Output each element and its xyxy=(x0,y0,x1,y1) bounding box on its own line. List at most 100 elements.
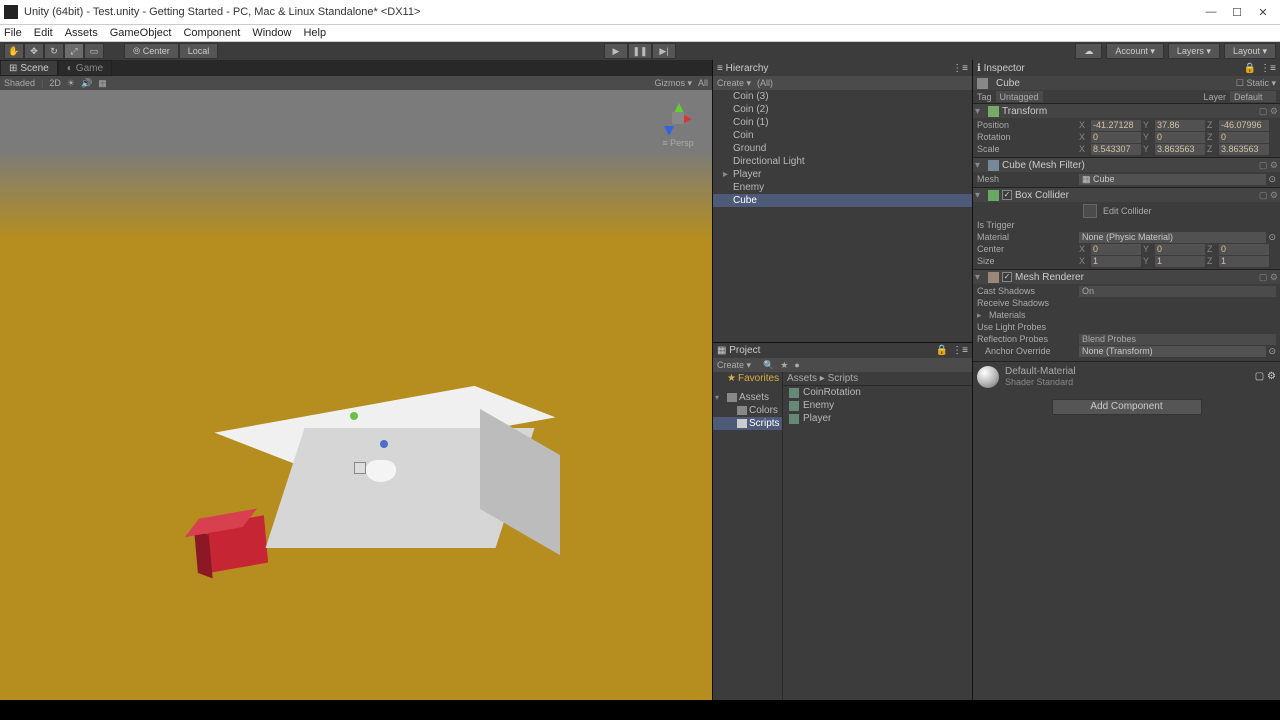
nav-gizmo[interactable]: ≡ Persp xyxy=(656,100,700,148)
cen-x[interactable]: 0 xyxy=(1091,244,1141,255)
project-file[interactable]: Player xyxy=(783,412,972,425)
tag-dropdown[interactable]: Untagged xyxy=(996,91,1043,102)
pause-button[interactable]: ❚❚ xyxy=(628,43,652,59)
mats-label[interactable]: Materials xyxy=(989,310,1089,320)
gizmo-z-handle[interactable] xyxy=(380,440,388,448)
gear-icon[interactable]: ▢ ⚙ xyxy=(1259,160,1278,171)
layout-dropdown[interactable]: Layout ▾ xyxy=(1224,43,1276,59)
scale-tool[interactable]: ⤢ xyxy=(64,43,84,59)
hierarchy-item[interactable]: Directional Light xyxy=(713,155,972,168)
cen-y[interactable]: 0 xyxy=(1155,244,1205,255)
hierarchy-item[interactable]: Coin xyxy=(713,129,972,142)
size-z[interactable]: 1 xyxy=(1219,256,1269,267)
menu-window[interactable]: Window xyxy=(252,27,291,39)
pos-x[interactable]: -41.27128 xyxy=(1091,120,1141,131)
hierarchy-item[interactable]: Coin (3) xyxy=(713,90,972,103)
light-toggle[interactable]: ☀ xyxy=(67,78,75,89)
menu-file[interactable]: File xyxy=(4,27,22,39)
project-breadcrumb[interactable]: Assets ▸ Scripts xyxy=(783,372,972,386)
static-dropdown[interactable]: ☐ Static ▾ xyxy=(1236,78,1276,89)
object-icon[interactable] xyxy=(977,78,988,89)
tree-folder-selected[interactable]: Scripts xyxy=(713,417,782,430)
step-button[interactable]: ▶| xyxy=(652,43,676,59)
layers-dropdown[interactable]: Layers ▾ xyxy=(1168,43,1220,59)
shader-dropdown[interactable]: Standard xyxy=(1037,377,1074,387)
project-file[interactable]: CoinRotation xyxy=(783,386,972,399)
hierarchy-item-selected[interactable]: Cube xyxy=(713,194,972,207)
rot-z[interactable]: 0 xyxy=(1219,132,1269,143)
fx-toggle[interactable]: ▦ xyxy=(98,78,107,89)
pos-z[interactable]: -46.07996 xyxy=(1219,120,1269,131)
move-tool[interactable]: ✥ xyxy=(24,43,44,59)
project-search-icon[interactable]: 🔍 xyxy=(763,360,774,371)
close-button[interactable]: ✕ xyxy=(1250,3,1276,21)
scl-z[interactable]: 3.863563 xyxy=(1219,144,1269,155)
2d-toggle[interactable]: 2D xyxy=(49,78,61,88)
project-menu-icon[interactable]: ⋮≡ xyxy=(952,345,968,356)
hierarchy-create[interactable]: Create ▾ xyxy=(717,78,751,89)
menu-help[interactable]: Help xyxy=(303,27,326,39)
meshfilter-header[interactable]: ▾Cube (Mesh Filter)▢ ⚙ xyxy=(973,158,1280,172)
collider-enable[interactable] xyxy=(1002,190,1012,200)
maximize-button[interactable]: ☐ xyxy=(1224,3,1250,21)
anchor-field[interactable]: None (Transform) xyxy=(1079,346,1266,357)
project-filter1[interactable]: ★ xyxy=(780,360,788,371)
project-lock-icon[interactable]: 🔒 xyxy=(936,345,948,356)
hierarchy-search[interactable]: (All) xyxy=(757,78,773,88)
meshrenderer-header[interactable]: ▾Mesh Renderer▢ ⚙ xyxy=(973,270,1280,284)
hierarchy-item[interactable]: ▸Player xyxy=(713,168,972,181)
cen-z[interactable]: 0 xyxy=(1219,244,1269,255)
picker-icon[interactable]: ⊙ xyxy=(1268,346,1276,357)
hand-tool[interactable]: ✋ xyxy=(4,43,24,59)
scene-search[interactable]: All xyxy=(698,78,708,88)
refl-dropdown[interactable]: Blend Probes xyxy=(1079,334,1276,345)
scl-y[interactable]: 3.863563 xyxy=(1155,144,1205,155)
inspector-menu-icon[interactable]: ⋮≡ xyxy=(1260,63,1276,74)
white-box-object[interactable] xyxy=(225,360,505,560)
gear-icon[interactable]: ▢ ⚙ xyxy=(1259,272,1278,283)
shading-mode[interactable]: Shaded xyxy=(4,78,35,88)
rotate-tool[interactable]: ↻ xyxy=(44,43,64,59)
gear-icon[interactable]: ▢ ⚙ xyxy=(1255,371,1276,382)
hierarchy-item[interactable]: Enemy xyxy=(713,181,972,194)
rot-y[interactable]: 0 xyxy=(1155,132,1205,143)
boxcollider-header[interactable]: ▾Box Collider▢ ⚙ xyxy=(973,188,1280,202)
rect-tool[interactable]: ▭ xyxy=(84,43,104,59)
object-name[interactable]: Cube xyxy=(996,78,1020,89)
physmat-field[interactable]: None (Physic Material) xyxy=(1079,232,1266,243)
tab-game[interactable]: ◐ Game xyxy=(58,60,112,76)
hierarchy-item[interactable]: Coin (1) xyxy=(713,116,972,129)
renderer-enable[interactable] xyxy=(1002,272,1012,282)
add-component-button[interactable]: Add Component xyxy=(1052,399,1202,415)
scene-view[interactable]: ≡ Persp xyxy=(0,90,712,700)
minimize-button[interactable]: — xyxy=(1198,3,1224,21)
project-create[interactable]: Create ▾ xyxy=(717,360,751,371)
pivot-center[interactable]: ⦾ Center xyxy=(124,43,179,59)
inspector-lock-icon[interactable]: 🔒 xyxy=(1244,63,1256,74)
play-button[interactable]: ▶ xyxy=(604,43,628,59)
picker-icon[interactable]: ⊙ xyxy=(1268,232,1276,243)
account-dropdown[interactable]: Account ▾ xyxy=(1106,43,1164,59)
persp-label[interactable]: ≡ Persp xyxy=(656,138,700,148)
gear-icon[interactable]: ▢ ⚙ xyxy=(1259,190,1278,201)
transform-header[interactable]: ▾ Transform ▢ ⚙ xyxy=(973,104,1280,118)
audio-toggle[interactable]: 🔊 xyxy=(81,78,92,89)
rot-x[interactable]: 0 xyxy=(1091,132,1141,143)
tree-assets[interactable]: ▾Assets xyxy=(713,391,782,404)
light-gizmo-icon[interactable] xyxy=(366,460,396,482)
gear-icon[interactable]: ▢ ⚙ xyxy=(1259,106,1278,117)
pos-y[interactable]: 37.86 xyxy=(1155,120,1205,131)
cloud-button[interactable]: ☁ xyxy=(1075,43,1102,59)
hierarchy-item[interactable]: Ground xyxy=(713,142,972,155)
mesh-field[interactable]: ▦ Cube xyxy=(1079,174,1266,185)
hierarchy-item[interactable]: Coin (2) xyxy=(713,103,972,116)
panel-menu-icon[interactable]: ⋮≡ xyxy=(952,63,968,74)
menu-edit[interactable]: Edit xyxy=(34,27,53,39)
scl-x[interactable]: 8.543307 xyxy=(1091,144,1141,155)
size-y[interactable]: 1 xyxy=(1155,256,1205,267)
cast-dropdown[interactable]: On xyxy=(1079,286,1276,297)
material-preview[interactable]: Default-Material Shader Standard ▢ ⚙ xyxy=(973,361,1280,391)
tab-scene[interactable]: ⊞ Scene xyxy=(0,60,58,76)
gizmo-y-handle[interactable] xyxy=(350,412,358,420)
tree-favorites[interactable]: ★ Favorites xyxy=(713,372,782,385)
